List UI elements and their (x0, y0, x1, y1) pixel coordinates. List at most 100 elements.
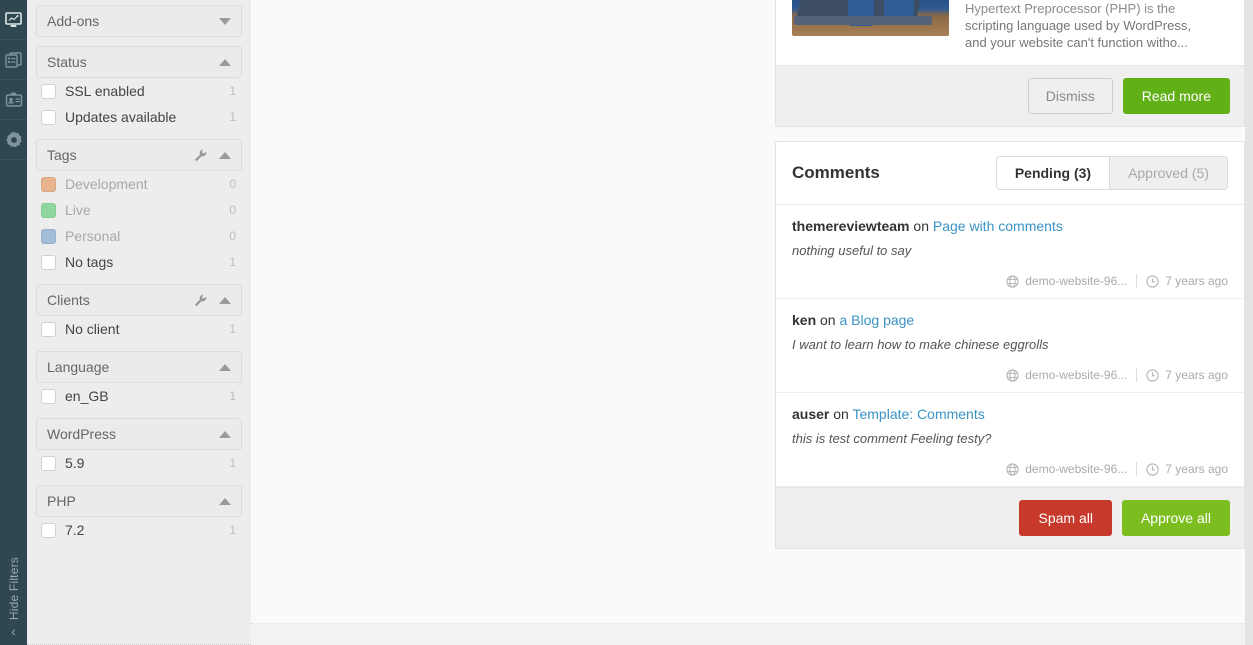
filter-option-count: 1 (229, 84, 236, 98)
chevron-up-icon[interactable] (219, 497, 231, 505)
filter-group-title: Tags (47, 147, 77, 163)
filter-checkbox[interactable] (41, 83, 56, 99)
tag-color-swatch[interactable] (41, 228, 56, 244)
page-right-edge (1245, 0, 1253, 645)
comments-tab-approved[interactable]: Approved (5) (1110, 157, 1227, 189)
wrench-icon[interactable] (194, 294, 207, 307)
comment-heading: auser on Template: Comments (792, 406, 1228, 422)
comment-site-label: demo-website-96... (1025, 368, 1128, 382)
comment-on-word: on (833, 406, 849, 422)
news-card-footer: Dismiss Read more (776, 65, 1244, 126)
filter-option-label: No tags (65, 254, 114, 270)
spam-all-button[interactable]: Spam all (1019, 500, 1112, 536)
filter-group-status: Status SSL enabled 1 Updates available 1 (36, 46, 242, 130)
filter-group-tools (219, 497, 231, 505)
filter-checkbox[interactable] (41, 321, 56, 337)
filter-option-count: 1 (229, 523, 236, 537)
comment-body: I want to learn how to make chinese eggr… (792, 337, 1049, 352)
hide-filters-control[interactable]: Hide Filters ‹ (0, 555, 27, 641)
dismiss-button[interactable]: Dismiss (1027, 78, 1113, 114)
approve-all-button[interactable]: Approve all (1121, 500, 1230, 536)
filter-option[interactable]: Development 0 (36, 171, 242, 197)
chevron-up-icon[interactable] (219, 363, 231, 371)
filter-checkbox[interactable] (41, 109, 56, 125)
filter-group-header[interactable]: PHP (36, 485, 242, 517)
filter-option[interactable]: No client 1 (36, 316, 242, 342)
filter-option[interactable]: Live 0 (36, 197, 242, 223)
comment-row: themereviewteam on Page with comments not… (776, 205, 1244, 299)
filter-option[interactable]: 7.2 1 (36, 517, 242, 543)
filter-group-title: PHP (47, 493, 76, 509)
rail-item-clients[interactable] (0, 80, 27, 120)
chevron-up-icon[interactable] (219, 296, 231, 304)
chevron-up-icon[interactable] (219, 58, 231, 66)
clock-icon (1146, 274, 1159, 288)
filter-group-clients: Clients No client 1 (36, 284, 242, 342)
comment-target-link[interactable]: Template: Comments (852, 406, 984, 422)
comment-row: ken on a Blog page I want to learn how to… (776, 299, 1244, 393)
filter-option[interactable]: en_GB 1 (36, 383, 242, 409)
laptop-base-shape (794, 16, 932, 25)
comment-target-link[interactable]: a Blog page (839, 312, 914, 328)
id-badge-icon (5, 92, 22, 107)
comment-author: auser (792, 406, 830, 422)
filter-group-header[interactable]: Clients (36, 284, 242, 316)
filter-group-title: WordPress (47, 426, 116, 442)
filter-option-label: No client (65, 321, 120, 337)
filter-option[interactable]: Updates available 1 (36, 104, 242, 130)
filter-option[interactable]: 5.9 1 (36, 450, 242, 476)
comment-row: auser on Template: Comments this is test … (776, 393, 1244, 487)
filter-checkbox[interactable] (41, 522, 56, 538)
comment-target-link[interactable]: Page with comments (933, 218, 1063, 234)
filter-group-header[interactable]: Add-ons (36, 5, 242, 37)
gear-icon (5, 131, 22, 147)
icon-rail: Hide Filters ‹ (0, 0, 36, 645)
comment-body: nothing useful to say (792, 243, 912, 258)
filter-checkbox[interactable] (41, 455, 56, 471)
tag-color-swatch[interactable] (41, 202, 56, 218)
filter-group-header[interactable]: WordPress (36, 418, 242, 450)
filter-group-tools (219, 17, 231, 25)
chevron-up-icon[interactable] (219, 430, 231, 438)
comment-on-word: on (913, 218, 929, 234)
comments-card: Comments Pending (3) Approved (5) themere… (775, 141, 1245, 549)
filter-group-header[interactable]: Language (36, 351, 242, 383)
filter-group-title: Language (47, 359, 110, 375)
filter-checkbox[interactable] (41, 388, 56, 404)
filter-option-label: en_GB (65, 388, 109, 404)
filter-option-label: 7.2 (65, 522, 85, 538)
filter-group-header[interactable]: Status (36, 46, 242, 78)
filter-option[interactable]: No tags 1 (36, 249, 242, 275)
globe-icon (1006, 274, 1019, 288)
filter-option-label: Updates available (65, 109, 177, 125)
tag-color-swatch[interactable] (41, 176, 56, 192)
filter-group-language: Language en_GB 1 (36, 351, 242, 409)
filter-option-label: Personal (65, 228, 121, 244)
filter-option-count: 0 (229, 203, 236, 217)
chevron-left-icon[interactable]: ‹ (11, 624, 16, 641)
filter-checkbox[interactable] (41, 254, 56, 270)
rail-item-dashboard[interactable] (0, 0, 36, 40)
chevron-up-icon[interactable] (219, 151, 231, 159)
filter-option[interactable]: Personal 0 (36, 223, 242, 249)
sites-icon (4, 51, 22, 68)
news-thumbnail (792, 0, 949, 36)
filter-option[interactable]: SSL enabled 1 (36, 78, 242, 104)
chevron-down-icon[interactable] (219, 17, 231, 25)
filter-option-label: Development (65, 176, 148, 192)
rail-item-settings[interactable] (0, 120, 27, 160)
comment-time-label: 7 years ago (1165, 462, 1228, 476)
filter-option-count: 1 (229, 456, 236, 470)
filter-option-count: 1 (229, 322, 236, 336)
read-more-button[interactable]: Read more (1122, 78, 1230, 114)
clock-icon (1146, 368, 1159, 382)
wrench-icon[interactable] (194, 149, 207, 162)
filter-group-header[interactable]: Tags (36, 139, 242, 171)
rail-item-sites[interactable] (0, 40, 27, 80)
comments-tab-pending[interactable]: Pending (3) (996, 157, 1111, 189)
comment-site: demo-website-96... (1006, 368, 1127, 382)
news-card: Hypertext Preprocessor (PHP) is the scri… (775, 0, 1245, 127)
app-root: Hide Filters ‹ Add-ons Status SSL enabled 1… (0, 0, 1253, 645)
comments-title: Comments (792, 163, 880, 182)
filter-option-count: 1 (229, 389, 236, 403)
